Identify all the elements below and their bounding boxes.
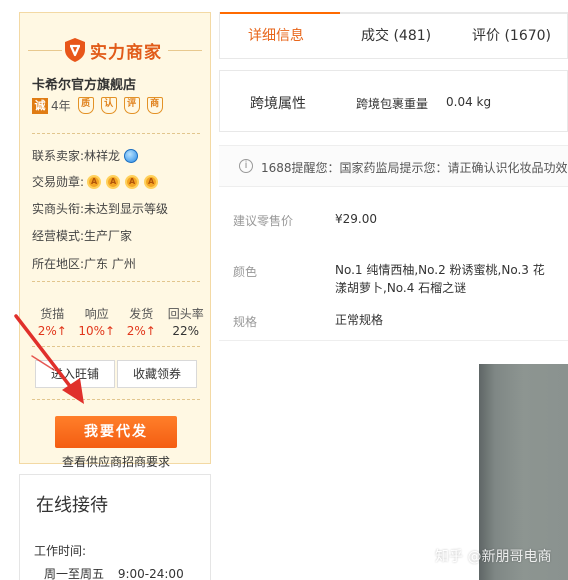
stat-value: 22% <box>172 324 200 338</box>
attr-key-spec: 规格 <box>233 315 258 329</box>
package-weight-label: 跨境包裹重量 <box>356 97 429 111</box>
medal-icon: A <box>125 174 140 189</box>
dropship-button[interactable]: 我要代发 <box>55 416 177 448</box>
hours-time: 9:00-24:00 <box>117 567 184 580</box>
mode-value: 生产厂家 <box>84 229 133 243</box>
rank-row: 实商头衔: 未达到显示等级 <box>32 200 168 217</box>
badge-divider-right <box>168 50 202 51</box>
review-cert-icon[interactable]: 评 <box>123 97 140 114</box>
cross-border-title: 跨境属性 <box>250 96 306 112</box>
watermark-text: 知乎 @新朋哥电商 <box>435 549 552 565</box>
package-weight-value: 0.04 kg <box>446 95 492 109</box>
strength-merchant-badge: 实力商家 <box>64 35 168 65</box>
hours-row: 周一至周五 9:00-24:00 <box>44 565 194 580</box>
supplier-requirements-link[interactable]: 查看供应商招商要求 <box>20 453 212 470</box>
info-icon: i <box>239 159 253 173</box>
color-options-line: 漾胡萝卜,No.4 石榴之谜 <box>335 281 467 295</box>
attr-key-retail-price: 建议零售价 <box>233 214 294 228</box>
divider <box>32 281 200 282</box>
tab-reviews[interactable]: 评价 (1670) <box>472 25 551 45</box>
attr-value-retail-price: ¥29.00 <box>335 212 377 226</box>
integrity-badge: 诚 <box>32 97 48 114</box>
stat-value: 2%↑ <box>126 324 156 338</box>
active-tab-indicator <box>220 12 340 14</box>
divider <box>32 133 200 134</box>
region-row: 所在地区: 广东 广州 <box>32 255 136 272</box>
hours-label: 工作时间: <box>34 544 87 558</box>
medal-icon: A <box>144 174 159 189</box>
membership-years: 4年 <box>51 99 71 113</box>
tab-details[interactable]: 详细信息 <box>248 25 304 45</box>
cross-border-attributes: 跨境属性 跨境包裹重量 0.04 kg <box>219 70 568 132</box>
badge-divider-left <box>28 50 62 51</box>
medals-row: 交易勋章: A A A A <box>32 173 159 190</box>
tab-transactions[interactable]: 成交 (481) <box>361 25 431 45</box>
service-title: 在线接待 <box>36 495 108 516</box>
favorite-coupon-button[interactable]: 收藏领券 <box>117 360 197 388</box>
attr-value-color: No.1 纯情西柚,No.2 粉诱蜜桃,No.3 花 漾胡萝卜,No.4 石榴之… <box>335 261 545 297</box>
business-mode-row: 经营模式: 生产厂家 <box>32 227 132 244</box>
contact-label: 联系卖家: <box>32 149 85 163</box>
certification-row: 诚 4年 质 认 评 商 <box>32 97 163 114</box>
online-service-card: 在线接待 工作时间: 周一至周五 9:00-24:00 <box>19 474 211 580</box>
rank-value: 未达到显示等级 <box>84 202 169 216</box>
region-label: 所在地区: <box>32 257 85 271</box>
notice-text: 1688提醒您：国家药监局提示您：请正确认识化妆品功效， <box>261 161 568 175</box>
medal-icon: A <box>87 174 102 189</box>
red-arrow-icon <box>14 314 84 404</box>
regulatory-notice: i 1688提醒您：国家药监局提示您：请正确认识化妆品功效， <box>219 145 568 187</box>
badge-label: 实力商家 <box>90 42 162 63</box>
contact-name[interactable]: 林祥龙 <box>84 147 120 164</box>
hours-days: 周一至周五 <box>44 567 105 580</box>
medal-icon: A <box>106 174 121 189</box>
attr-value-spec: 正常规格 <box>335 313 384 327</box>
color-options-line: No.1 纯情西柚,No.2 粉诱蜜桃,No.3 花 <box>335 263 545 277</box>
stat-header: 回头率 <box>167 307 204 321</box>
business-cert-icon[interactable]: 商 <box>146 97 163 114</box>
medals-label: 交易勋章: <box>32 175 85 189</box>
quality-cert-icon[interactable]: 质 <box>77 97 94 114</box>
strength-badge: 实力商家 <box>20 35 210 65</box>
divider <box>219 340 568 341</box>
chat-icon[interactable] <box>124 148 139 163</box>
region-value: 广东 广州 <box>84 257 136 271</box>
attr-key-color: 颜色 <box>233 265 258 279</box>
rank-label: 实商头衔: <box>32 202 85 216</box>
verified-cert-icon[interactable]: 认 <box>100 97 117 114</box>
mode-label: 经营模式: <box>32 229 85 243</box>
shop-name[interactable]: 卡希尔官方旗舰店 <box>32 74 136 93</box>
detail-tabs: 详细信息 成交 (481) 评价 (1670) <box>219 12 568 59</box>
contact-row: 联系卖家: 林祥龙 <box>32 147 139 164</box>
shield-icon <box>65 38 85 62</box>
stat-header: 发货 <box>129 307 154 321</box>
